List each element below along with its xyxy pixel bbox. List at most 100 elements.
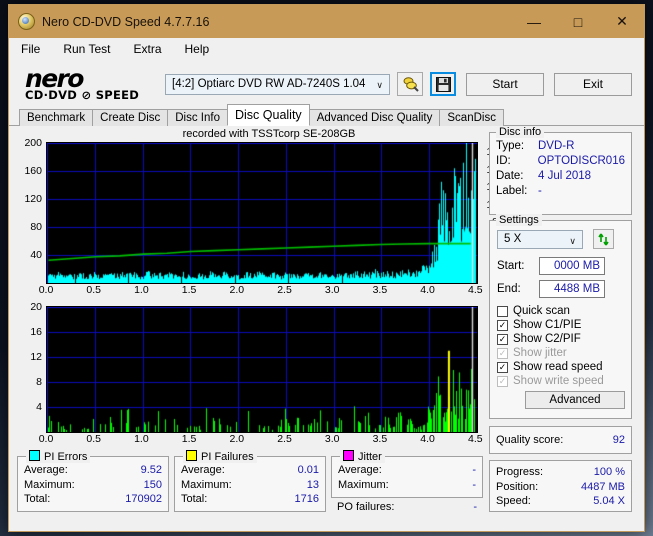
disc-id-row: ID: OPTODISCR016 [496, 154, 625, 169]
checkbox-show-c1-pie[interactable]: ✓ Show C1/PIE [497, 319, 624, 331]
checkbox-icon: ✓ [497, 319, 508, 331]
axis-tick: 1.0 [134, 433, 149, 445]
pi-errors-average-row: Average: 9.52 [18, 463, 168, 478]
start-button[interactable]: Start [466, 72, 544, 96]
desktop-background: Nero CD-DVD Speed 4.7.7.16 — □ ✕ File Ru… [0, 0, 653, 536]
axis-tick: 80 [30, 221, 42, 233]
axis-tick: 0.0 [38, 284, 54, 296]
axis-tick: 120 [24, 193, 42, 205]
advanced-button[interactable]: Advanced [525, 391, 625, 409]
settings-legend: Settings [496, 214, 542, 226]
axis-tick: 0.0 [38, 433, 54, 445]
axis-tick: 4 [36, 401, 42, 413]
menu-item-file[interactable]: File [18, 41, 43, 57]
tab-benchmark[interactable]: Benchmark [19, 109, 94, 126]
pi-failures-total-label: Total: [181, 493, 208, 505]
checkbox-show-c2-pif[interactable]: ✓ Show C2/PIF [497, 333, 624, 345]
disc-quality-panel: recorded with TSSTcorp SE-208GB 200 160 12… [9, 126, 644, 518]
tab-disc-info[interactable]: Disc Info [167, 109, 228, 126]
axis-tick: 1.5 [181, 433, 197, 445]
disc-type-row: Type: DVD-R [496, 139, 625, 154]
disc-info-legend: Disc info [496, 126, 545, 138]
quality-score-group: Quality score: 92 [489, 426, 632, 454]
pi-failures-color-swatch [186, 450, 197, 461]
po-failures-row: PO failures: - [331, 500, 483, 515]
end-input[interactable]: 4488 MB [539, 280, 605, 298]
menu-item-help[interactable]: Help [182, 41, 213, 57]
app-icon [18, 13, 35, 30]
axis-tick: 1.5 [181, 284, 197, 296]
nero-logo: nero CD·DVD ⊘ SPEED [25, 66, 165, 102]
axis-tick: 4.5 [467, 433, 483, 445]
axis-tick: 0.5 [86, 433, 101, 445]
tab-disc-quality[interactable]: Disc Quality [227, 104, 310, 126]
jitter-stats: Jitter Average: - Maximum: - [331, 450, 483, 498]
menu-item-run-test[interactable]: Run Test [60, 41, 113, 57]
checkbox-show-write-speed: ✓ Show write speed [497, 375, 624, 387]
pi-failures-chart [46, 306, 478, 433]
disc-label-label: Label: [496, 185, 528, 197]
chart-title: recorded with TSSTcorp SE-208GB [182, 128, 356, 140]
pi-errors-stats-legend: PI Errors [26, 450, 91, 463]
progress-label: Progress: [496, 466, 544, 478]
disc-label-row: Label: - [496, 184, 625, 199]
axis-tick: 3.5 [372, 433, 388, 445]
drive-select-value: [4:2] Optiarc DVD RW AD-7240S 1.04 [172, 78, 366, 90]
checkbox-icon: ✓ [497, 347, 508, 359]
checkbox-label: Show C2/PIF [513, 333, 581, 345]
speed-value: 5.04 X [593, 495, 625, 507]
scan-icon-button[interactable] [397, 72, 423, 96]
disc-date-row: Date: 4 Jul 2018 [496, 169, 625, 184]
pi-errors-maximum-value: 150 [143, 478, 162, 491]
pi-errors-average-label: Average: [24, 464, 68, 476]
axis-tick: 2.0 [229, 284, 245, 296]
disc-info-group: Disc info Type: DVD-R ID: OPTODISCR016 D… [489, 126, 632, 215]
po-failures-value: - [473, 501, 477, 513]
jitter-maximum-label: Maximum: [338, 478, 389, 491]
jitter-maximum-row: Maximum: - [332, 478, 482, 493]
exit-button[interactable]: Exit [554, 72, 632, 96]
axis-tick: 8 [36, 376, 42, 388]
pi-failures-maximum-label: Maximum: [181, 478, 232, 491]
start-input[interactable]: 0000 MB [539, 257, 605, 275]
axis-tick: 2.5 [277, 433, 292, 445]
checkbox-icon: ✓ [497, 375, 508, 387]
speed-select[interactable]: 5 X ∨ [497, 229, 583, 249]
pi-errors-total-label: Total: [24, 493, 51, 505]
refresh-button[interactable] [593, 229, 614, 249]
checkbox-icon: ✓ [497, 333, 508, 345]
checkbox-label: Show read speed [513, 361, 603, 373]
tab-advanced-disc-quality[interactable]: Advanced Disc Quality [308, 109, 441, 126]
pi-errors-average-value: 9.52 [140, 464, 162, 476]
checkbox-show-read-speed[interactable]: ✓ Show read speed [497, 361, 624, 373]
jitter-stats-legend: Jitter [340, 450, 385, 463]
checkbox-icon [497, 305, 508, 317]
close-button[interactable]: ✕ [600, 5, 644, 38]
pi-failures-maximum-value: 13 [306, 478, 319, 491]
pi-errors-maximum-row: Maximum: 150 [18, 478, 168, 493]
chevron-down-icon: ∨ [376, 79, 383, 90]
tab-create-disc[interactable]: Create Disc [92, 109, 169, 126]
pi-errors-color-swatch [29, 450, 40, 461]
drive-select[interactable]: [4:2] Optiarc DVD RW AD-7240S 1.04 ∨ [165, 73, 390, 95]
minimize-button[interactable]: — [512, 5, 556, 38]
save-icon-button[interactable] [430, 72, 456, 96]
end-label: End: [497, 283, 521, 295]
pi-errors-total-value: 170902 [125, 493, 162, 505]
axis-tick: 1.0 [134, 284, 149, 296]
maximize-button[interactable]: □ [556, 5, 600, 38]
axis-tick: 4.0 [420, 284, 435, 296]
app-window: Nero CD-DVD Speed 4.7.7.16 — □ ✕ File Ru… [8, 4, 645, 532]
pi-failures-stats: PI Failures Average: 0.01 Maximum: 13 To… [174, 450, 326, 512]
menu-bar: File Run Test Extra Help [9, 38, 644, 61]
logo-line2: CD·DVD ⊘ SPEED [25, 88, 140, 103]
checkbox-label: Show jitter [513, 347, 567, 359]
toolbar: nero CD·DVD ⊘ SPEED [4:2] Optiarc DVD RW… [9, 61, 644, 107]
window-title: Nero CD-DVD Speed 4.7.7.16 [42, 14, 210, 29]
menu-item-extra[interactable]: Extra [130, 41, 164, 57]
checkbox-label: Show C1/PIE [513, 319, 582, 331]
checkbox-quick-scan[interactable]: Quick scan [497, 305, 624, 317]
tab-scandisc[interactable]: ScanDisc [439, 109, 504, 126]
progress-row: Progress: 100 % [490, 465, 631, 480]
pi-failures-total-value: 1716 [294, 493, 319, 505]
